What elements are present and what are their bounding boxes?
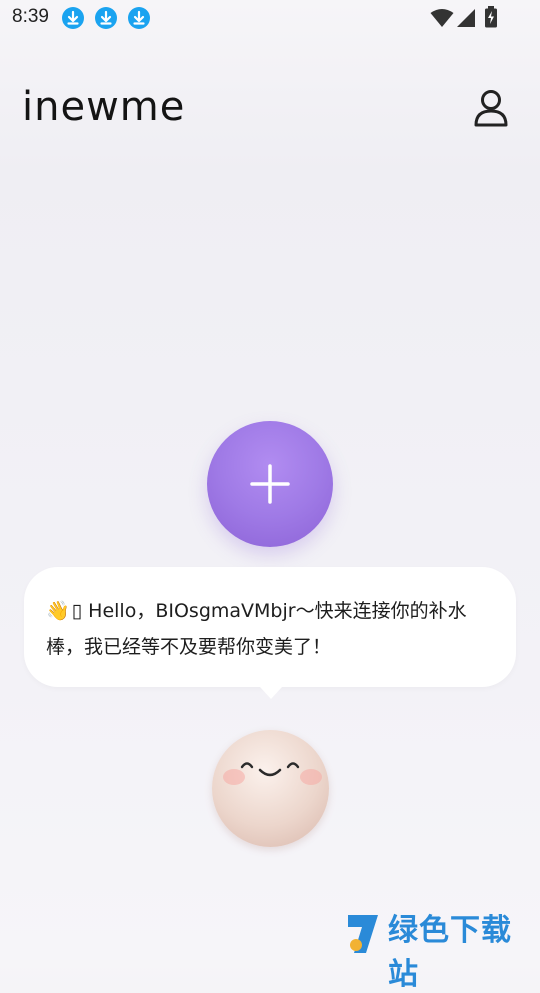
greeting-text: Hello，BIOsgmaVMbjr～快来连接你的补水棒，我已经等不及要帮你变美… (46, 600, 467, 658)
download-notification-icon (95, 7, 117, 29)
status-time: 8:39 (12, 6, 49, 27)
status-bar: 8:39 (0, 0, 540, 38)
waving-hand-icon: 👋 (46, 600, 70, 622)
plus-icon (250, 464, 290, 504)
greeting-speech-bubble: 👋 ▯ Hello，BIOsgmaVMbjr～快来连接你的补水棒，我已经等不及要帮… (24, 567, 516, 699)
watermark: 绿色下载站 (340, 905, 540, 992)
download-notification-icon (62, 7, 84, 29)
smiling-face-icon (223, 762, 322, 785)
cell-signal-icon (457, 9, 475, 27)
profile-button[interactable] (470, 86, 512, 128)
user-icon (474, 90, 508, 127)
missing-glyph: ▯ (71, 600, 83, 622)
battery-charging-icon (485, 6, 497, 28)
wifi-icon (430, 9, 454, 27)
mascot-face[interactable] (212, 730, 329, 847)
watermark-logo-icon (348, 915, 378, 953)
app-logo: inewme (22, 84, 186, 130)
app-header: inewme (0, 80, 540, 140)
greeting-message: 👋 ▯ Hello，BIOsgmaVMbjr～快来连接你的补水棒，我已经等不及要帮… (46, 593, 488, 665)
download-notification-icon (128, 7, 150, 29)
watermark-text: 绿色下载站 (388, 913, 512, 992)
add-device-button[interactable] (207, 421, 333, 547)
